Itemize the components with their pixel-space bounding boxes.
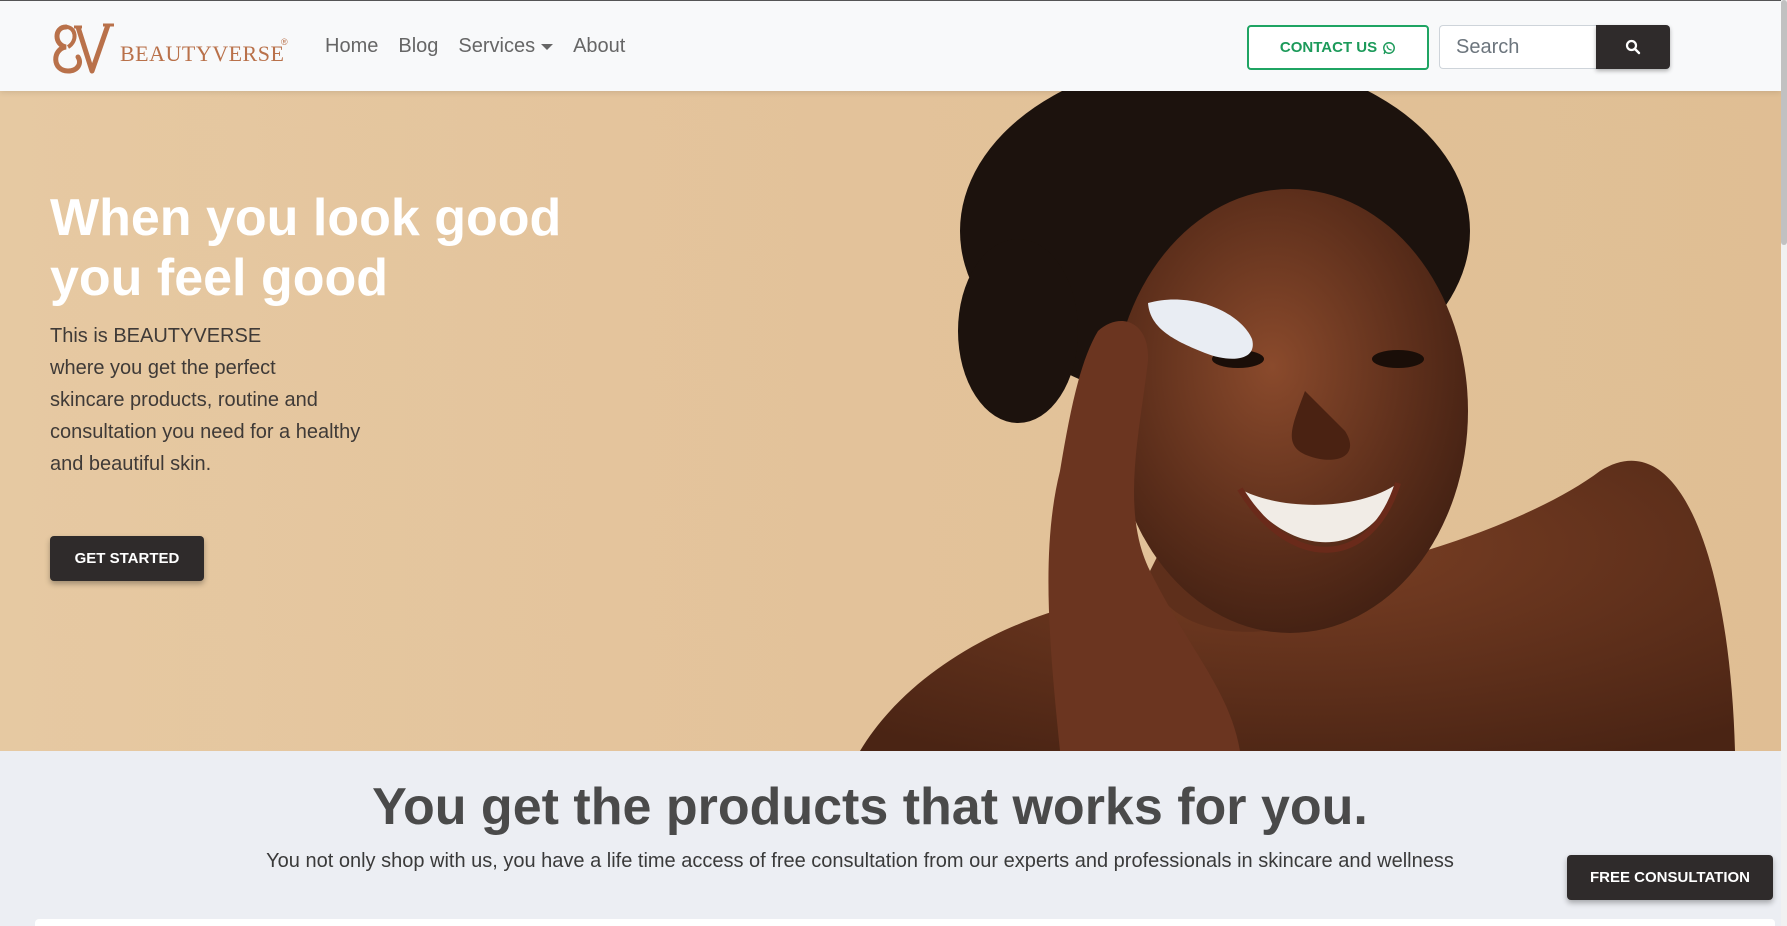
hero-description-line: This is BEAUTYVERSE xyxy=(50,325,262,347)
free-consultation-button[interactable]: FREE CONSULTATION xyxy=(1567,855,1773,900)
brand-logo[interactable]: BEAUTYVERSE ® xyxy=(52,21,292,77)
contact-us-button[interactable]: CONTACT US xyxy=(1247,25,1429,70)
nav-services-label: Services xyxy=(458,35,536,57)
hero-description: This is BEAUTYVERSE where you get the pe… xyxy=(50,320,380,480)
main-nav: Home Blog Services About xyxy=(325,1,625,92)
search-icon xyxy=(1625,39,1641,55)
nav-home-link[interactable]: Home xyxy=(325,35,378,58)
products-intro-section: You get the products that works for you.… xyxy=(0,751,1781,926)
whatsapp-icon xyxy=(1383,41,1396,54)
hero-description-line: and beautiful skin. xyxy=(50,453,212,475)
hero-description-line: consultation you need for a healthy xyxy=(50,421,361,443)
registered-mark: ® xyxy=(281,37,288,47)
caret-down-icon xyxy=(541,43,554,50)
bv-monogram-icon xyxy=(53,23,114,74)
search-input[interactable] xyxy=(1439,25,1597,69)
nav-blog-link[interactable]: Blog xyxy=(398,35,438,58)
nav-services-dropdown[interactable]: Services xyxy=(458,35,554,58)
page-scrollbar[interactable] xyxy=(1781,0,1787,926)
get-started-button[interactable]: GET STARTED xyxy=(50,536,204,581)
brand-name: BEAUTYVERSE xyxy=(120,41,285,66)
navbar: BEAUTYVERSE ® Home Blog Services About C… xyxy=(0,0,1781,91)
hero-headline: When you look good you feel good xyxy=(50,188,650,308)
contact-us-label: CONTACT US xyxy=(1279,39,1378,56)
section-title: You get the products that works for you. xyxy=(372,778,1368,836)
search-button[interactable] xyxy=(1596,25,1670,69)
section-subtitle: You not only shop with us, you have a li… xyxy=(266,850,1454,872)
content-card-edge xyxy=(35,919,1775,926)
hero-headline-line: you feel good xyxy=(50,249,388,307)
hero-description-line: where you get the perfect xyxy=(50,357,276,379)
hero-headline-line: When you look good xyxy=(50,189,562,247)
nav-about-link[interactable]: About xyxy=(573,35,625,58)
hero-banner: When you look good you feel good This is… xyxy=(0,91,1781,751)
scrollbar-thumb[interactable] xyxy=(1781,0,1787,245)
hero-description-line: skincare products, routine and xyxy=(50,389,318,411)
